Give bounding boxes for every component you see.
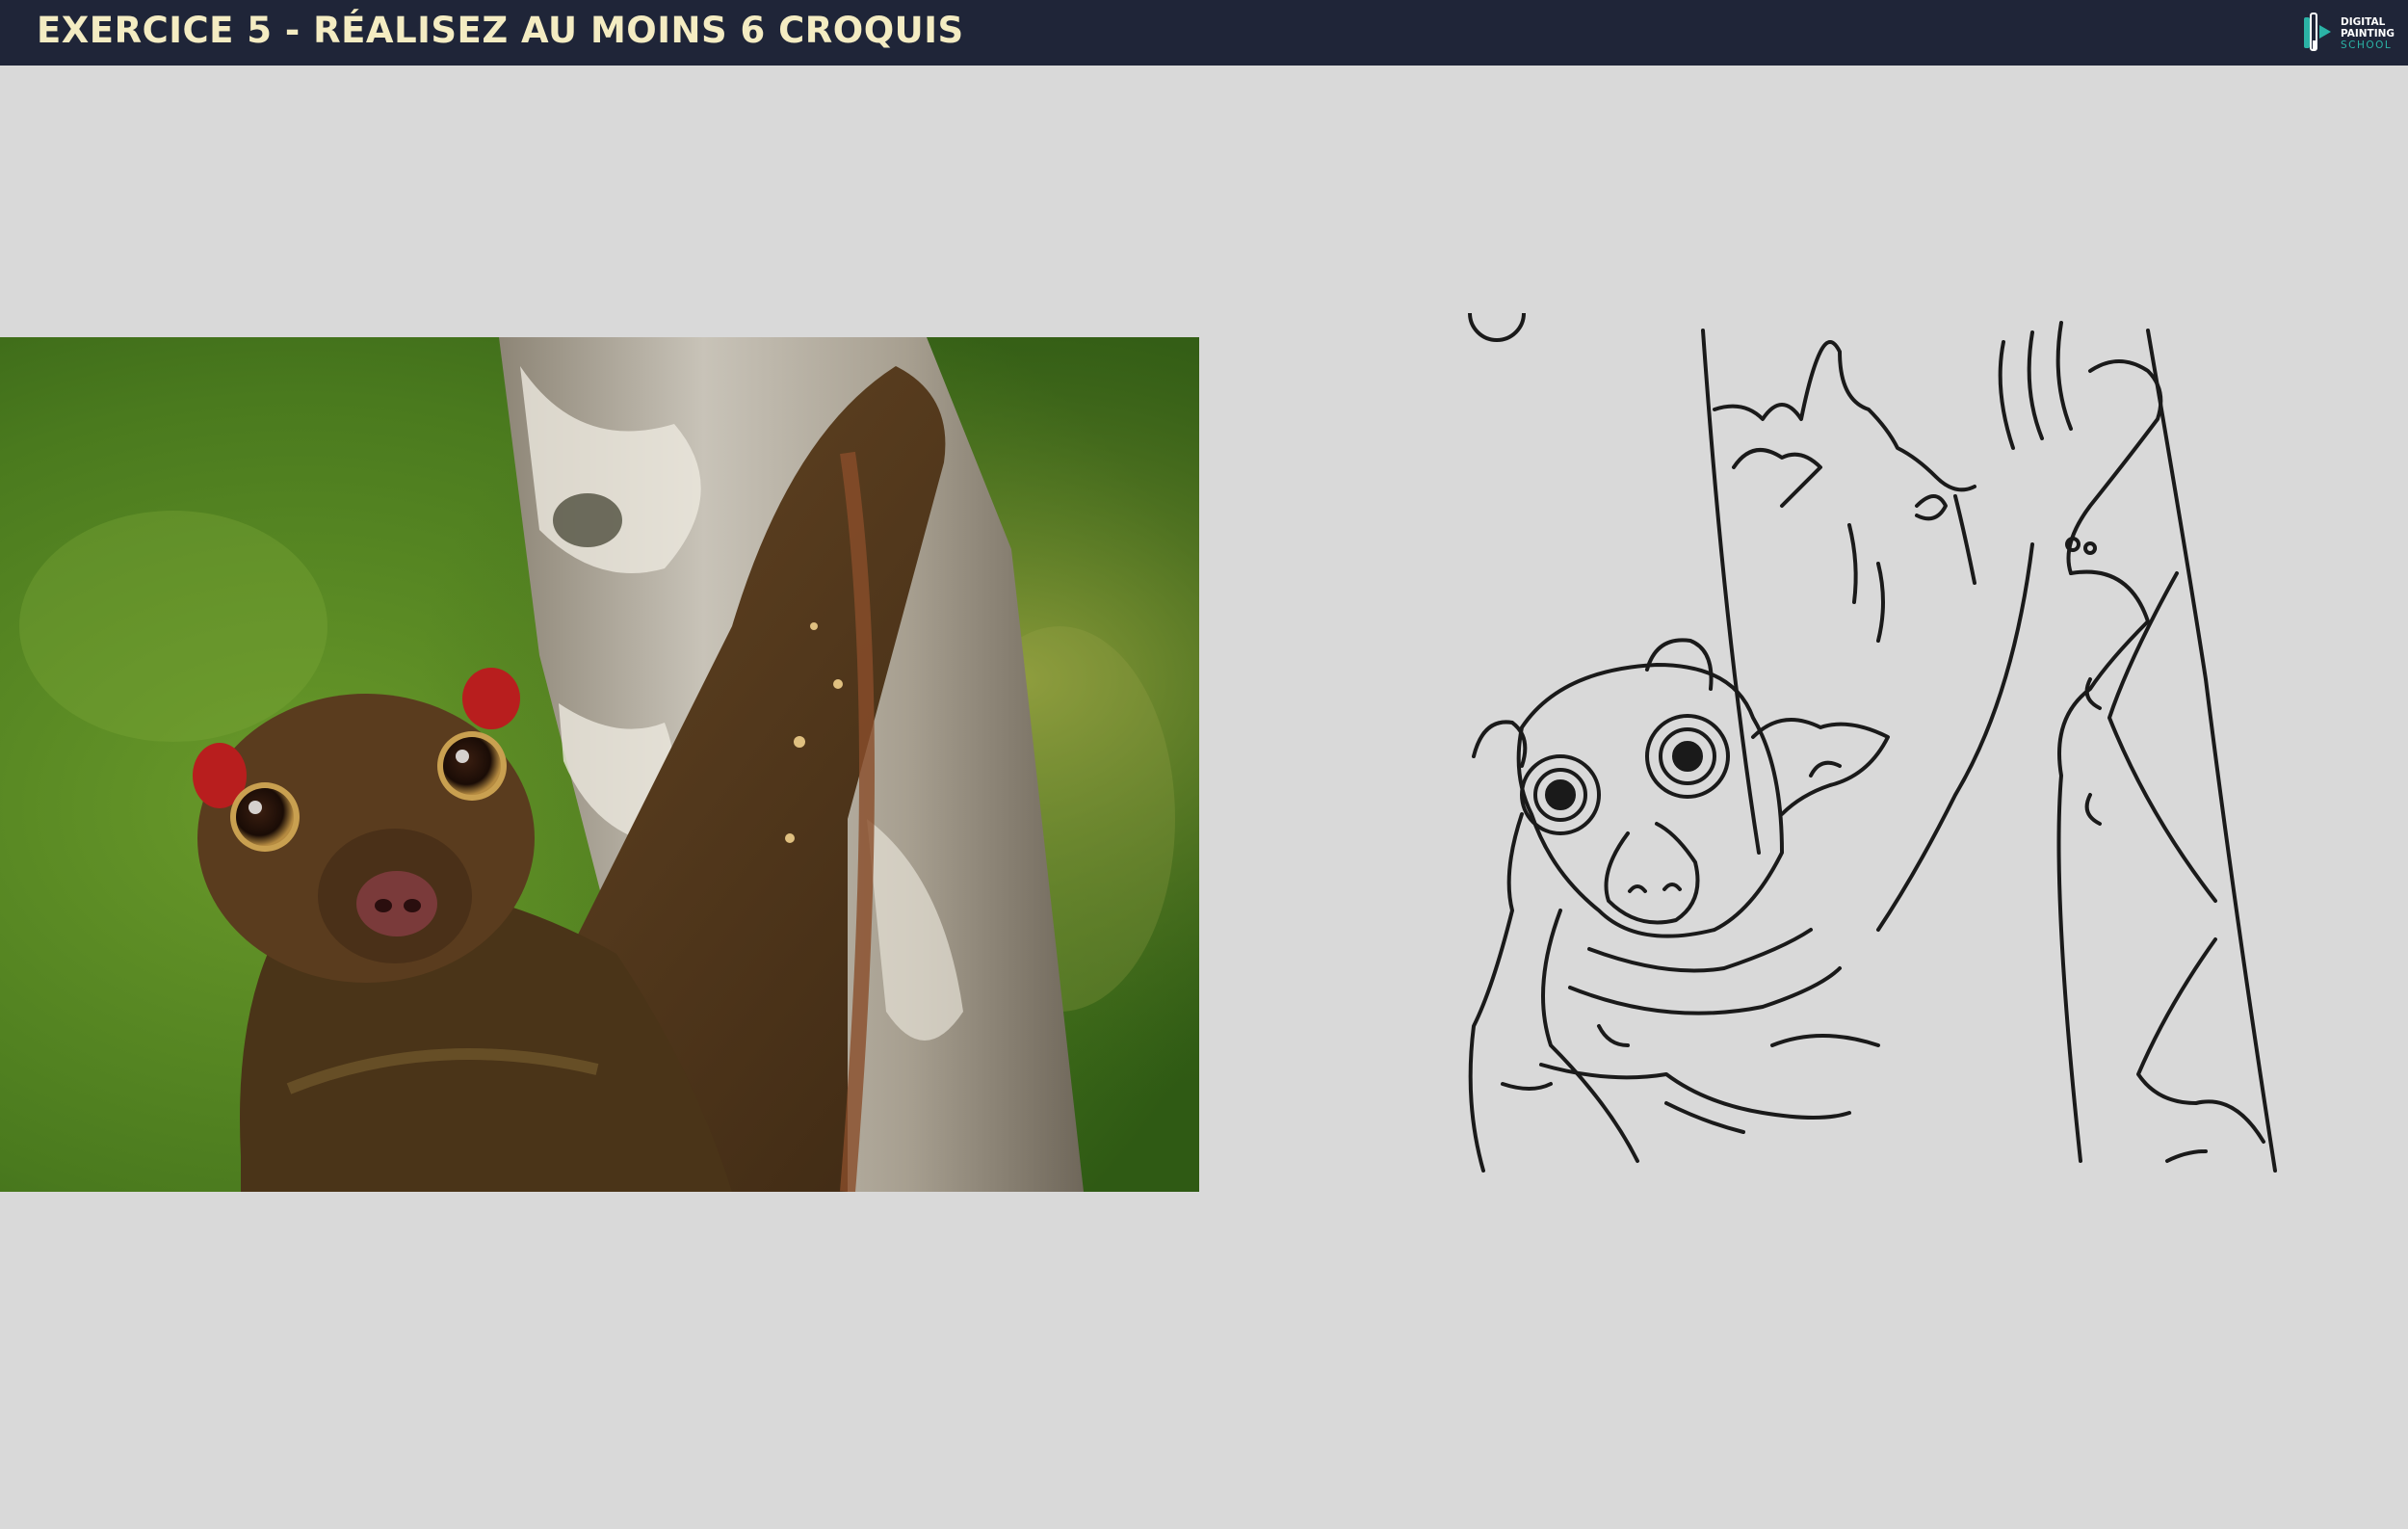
logo-line-1: DIGITAL bbox=[2341, 16, 2386, 28]
line-sketch bbox=[1416, 313, 2283, 1199]
school-logo: DIGITAL PAINTING SCHOOL bbox=[2300, 12, 2396, 54]
reference-photo bbox=[0, 337, 1199, 1192]
header-bar: EXERCICE 5 - RÉALISEZ AU MOINS 6 CROQUIS… bbox=[0, 0, 2408, 66]
page-title: EXERCICE 5 - RÉALISEZ AU MOINS 6 CROQUIS bbox=[37, 10, 964, 51]
logo-line-3: SCHOOL bbox=[2341, 40, 2393, 51]
logo-line-2: PAINTING bbox=[2341, 28, 2395, 40]
brush-logo-icon bbox=[2304, 13, 2331, 51]
